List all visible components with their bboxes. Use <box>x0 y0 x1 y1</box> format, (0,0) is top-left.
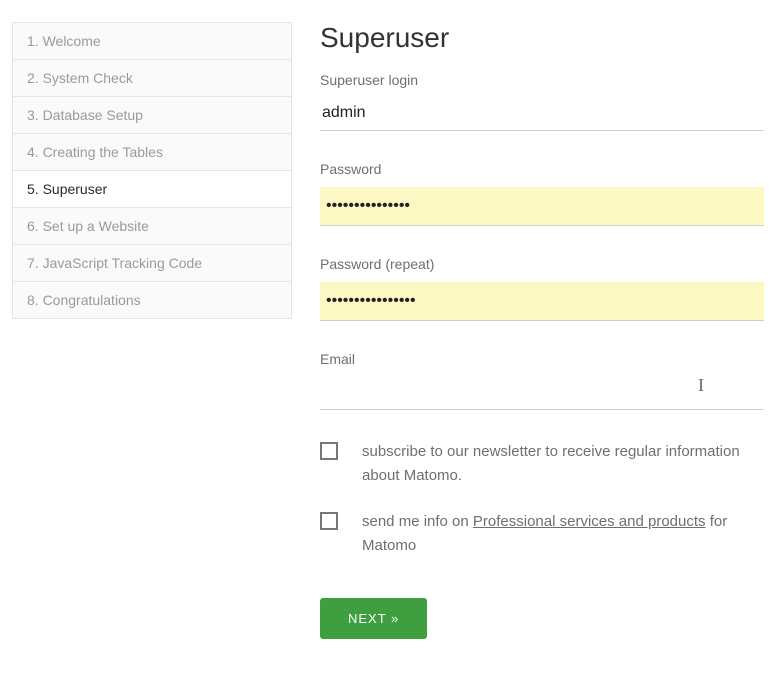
password-input[interactable] <box>320 187 764 226</box>
sidebar-item-label: 8. Congratulations <box>27 292 141 308</box>
sidebar-item-js-tracking[interactable]: 7. JavaScript Tracking Code <box>13 245 291 282</box>
next-button[interactable]: NEXT » <box>320 598 427 639</box>
page-title: Superuser <box>320 22 764 54</box>
password-repeat-field-block: Password (repeat) <box>320 256 764 321</box>
password-field-block: Password <box>320 161 764 226</box>
professional-checkbox[interactable] <box>320 512 338 530</box>
email-field-block: Email I <box>320 351 764 410</box>
password-label: Password <box>320 161 764 177</box>
sidebar-item-label: 7. JavaScript Tracking Code <box>27 255 202 271</box>
login-field-block: Superuser login <box>320 72 764 131</box>
password-repeat-label: Password (repeat) <box>320 256 764 272</box>
sidebar-item-label: 4. Creating the Tables <box>27 144 163 160</box>
email-label: Email <box>320 351 764 367</box>
login-input[interactable] <box>320 98 764 131</box>
sidebar-item-creating-tables[interactable]: 4. Creating the Tables <box>13 134 291 171</box>
sidebar-item-database-setup[interactable]: 3. Database Setup <box>13 97 291 134</box>
professional-services-link[interactable]: Professional services and products <box>473 513 706 530</box>
sidebar-item-label: 1. Welcome <box>27 33 101 49</box>
sidebar-item-superuser[interactable]: 5. Superuser <box>13 171 291 208</box>
sidebar-item-label: 5. Superuser <box>27 181 107 197</box>
sidebar-item-label: 6. Set up a Website <box>27 218 149 234</box>
sidebar-item-welcome[interactable]: 1. Welcome <box>13 23 291 60</box>
professional-checkbox-label: send me info on Professional services an… <box>362 510 764 558</box>
sidebar-item-system-check[interactable]: 2. System Check <box>13 60 291 97</box>
professional-checkbox-row: send me info on Professional services an… <box>320 510 764 558</box>
pro-text-prefix: send me info on <box>362 513 473 530</box>
newsletter-checkbox-row: subscribe to our newsletter to receive r… <box>320 440 764 488</box>
newsletter-checkbox-label: subscribe to our newsletter to receive r… <box>362 440 764 488</box>
password-repeat-input[interactable] <box>320 282 764 321</box>
sidebar-item-label: 3. Database Setup <box>27 107 143 123</box>
sidebar-item-label: 2. System Check <box>27 70 133 86</box>
main-content: Superuser Superuser login Password Passw… <box>320 22 764 639</box>
text-cursor-icon: I <box>698 375 704 396</box>
login-label: Superuser login <box>320 72 764 88</box>
sidebar-item-setup-website[interactable]: 6. Set up a Website <box>13 208 291 245</box>
sidebar-item-congratulations[interactable]: 8. Congratulations <box>13 282 291 318</box>
newsletter-checkbox[interactable] <box>320 442 338 460</box>
install-steps-sidebar: 1. Welcome 2. System Check 3. Database S… <box>12 22 292 319</box>
